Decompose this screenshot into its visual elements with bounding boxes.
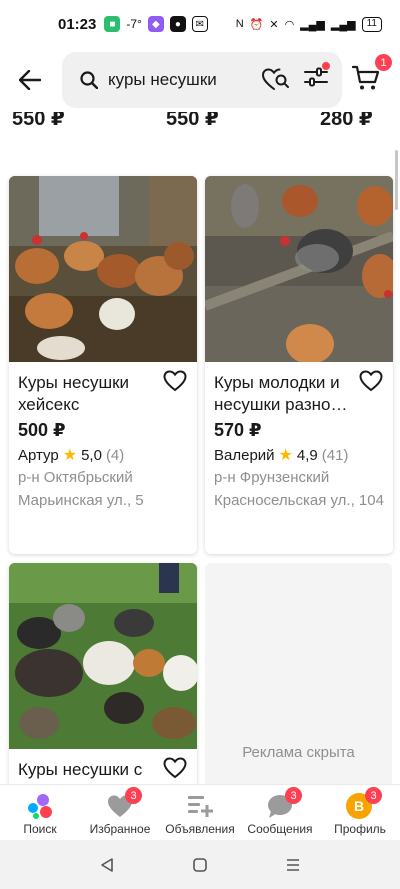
nav-search[interactable]: Поиск xyxy=(0,785,80,840)
seller-info: Артур ★ 5,0 (4) xyxy=(18,445,188,465)
price: 550 ₽ xyxy=(12,112,65,130)
cart-icon xyxy=(351,65,380,90)
battery-indicator: 11 xyxy=(361,16,382,32)
listing-card[interactable]: Куры несушки хейсекс 500 ₽ Артур ★ 5,0 (… xyxy=(9,176,197,554)
ad-hidden-label: Реклама скрыта xyxy=(242,744,355,761)
review-count: (4) xyxy=(105,446,125,464)
listing-photo[interactable] xyxy=(9,563,197,749)
hidden-ad-placeholder: Реклама скрыта xyxy=(205,563,392,784)
chickens-photo xyxy=(9,563,197,749)
price: 550 ₽ xyxy=(166,112,219,130)
seller-rating: 5,0 xyxy=(81,446,102,464)
clock: 01:23 xyxy=(58,15,97,33)
nav-listings[interactable]: Объявления xyxy=(160,785,240,840)
app-notification-icon: ● xyxy=(169,16,186,32)
seller-info: Валерий ★ 4,9 (41) xyxy=(214,445,384,465)
favorites-badge: 3 xyxy=(125,787,142,804)
heart-icon: 3 xyxy=(106,787,142,819)
listing-district: р-н Октябрьский xyxy=(18,469,133,486)
listing-district: р-н Фрунзенский xyxy=(214,469,330,486)
header: куры несушки 1 xyxy=(0,48,400,112)
system-back-icon[interactable] xyxy=(99,857,115,873)
listing-price: 570 ₽ xyxy=(214,420,262,440)
signal-icon: ▂▄▆ xyxy=(330,18,356,31)
seller-name: Валерий xyxy=(214,446,275,464)
listing-address: Красносельская ул., 104 xyxy=(214,492,384,509)
wifi-icon: ◠ xyxy=(284,18,295,31)
filters-button[interactable] xyxy=(304,62,330,93)
seller-name: Артур xyxy=(18,446,59,464)
cart-button[interactable]: 1 xyxy=(351,54,392,94)
saved-search-icon[interactable] xyxy=(262,67,290,92)
mute-icon: ✕ xyxy=(269,18,279,31)
listing-photo[interactable] xyxy=(205,176,393,362)
listing-price: 500 ₽ xyxy=(18,420,66,440)
scrollbar[interactable] xyxy=(395,150,398,210)
previous-row-prices: 550 ₽ 550 ₽ 280 ₽ xyxy=(0,112,400,140)
nav-messages[interactable]: 3 Сообщения xyxy=(240,785,320,840)
listing-title[interactable]: Куры несушки хейсекс xyxy=(18,372,158,416)
nav-label: Сообщения xyxy=(247,822,313,836)
nav-favorites[interactable]: 3 Избранное xyxy=(80,785,160,840)
nfc-icon: N xyxy=(235,18,244,30)
favorite-heart-icon[interactable] xyxy=(163,370,187,392)
avatar-icon: В 3 xyxy=(346,787,382,819)
review-count: (41) xyxy=(321,446,349,464)
nav-label: Избранное xyxy=(89,822,151,836)
search-results: 550 ₽ 550 ₽ 280 ₽ Куры несушки хейсекс 5… xyxy=(0,112,400,784)
seller-rating: 4,9 xyxy=(296,446,318,464)
listing-title[interactable]: Куры несушки с xyxy=(18,759,158,781)
listing-photo[interactable] xyxy=(9,176,197,362)
star-icon: ★ xyxy=(62,447,78,464)
temperature: -7° xyxy=(126,17,142,31)
add-listing-icon xyxy=(186,793,214,819)
price: 280 ₽ xyxy=(320,112,373,130)
listing-card[interactable]: Куры молодки и несушки разно… 570 ₽ Вале… xyxy=(205,176,393,554)
search-logo-icon xyxy=(26,793,54,819)
nav-label: Профиль xyxy=(334,822,386,836)
chat-icon: 3 xyxy=(266,787,302,819)
cart-count-badge: 1 xyxy=(375,54,392,71)
favorite-heart-icon[interactable] xyxy=(359,370,383,392)
system-recents-icon[interactable] xyxy=(285,857,301,873)
system-navigation-bar xyxy=(0,840,400,889)
profile-badge: 3 xyxy=(365,787,382,804)
search-icon xyxy=(80,71,98,89)
favorite-heart-icon[interactable] xyxy=(163,757,187,779)
nav-label: Объявления xyxy=(165,822,235,836)
listing-title[interactable]: Куры молодки и несушки разно… xyxy=(214,372,354,416)
signal-icon: ▂▄▆ xyxy=(300,18,325,31)
nav-label: Поиск xyxy=(23,822,57,836)
app-notification-icon: ■ xyxy=(104,16,121,32)
star-icon: ★ xyxy=(278,447,293,464)
system-home-icon[interactable] xyxy=(192,857,208,873)
search-input[interactable]: куры несушки xyxy=(62,52,342,108)
messages-badge: 3 xyxy=(285,787,302,804)
chickens-photo xyxy=(205,176,393,362)
search-query[interactable]: куры несушки xyxy=(108,70,217,90)
mail-icon: ✉ xyxy=(191,16,208,32)
filter-active-dot xyxy=(322,62,330,70)
bottom-navigation: Поиск 3 Избранное Объявления 3 Сообщения… xyxy=(0,784,400,840)
back-button[interactable] xyxy=(0,48,60,112)
app-notification-icon: ◆ xyxy=(147,16,164,32)
chickens-photo xyxy=(9,176,197,362)
arrow-left-icon xyxy=(19,70,41,90)
nav-profile[interactable]: В 3 Профиль xyxy=(320,785,400,840)
alarm-icon: ⏰ xyxy=(249,18,264,31)
listing-address: Марьинская ул., 5 xyxy=(18,492,144,509)
listing-card[interactable]: Куры несушки с xyxy=(9,563,197,784)
status-bar: 01:23 ■ -7° ◆ ● ✉ N ⏰ ✕ ◠ ▂▄▆ ▂▄▆ 11 xyxy=(0,0,400,48)
